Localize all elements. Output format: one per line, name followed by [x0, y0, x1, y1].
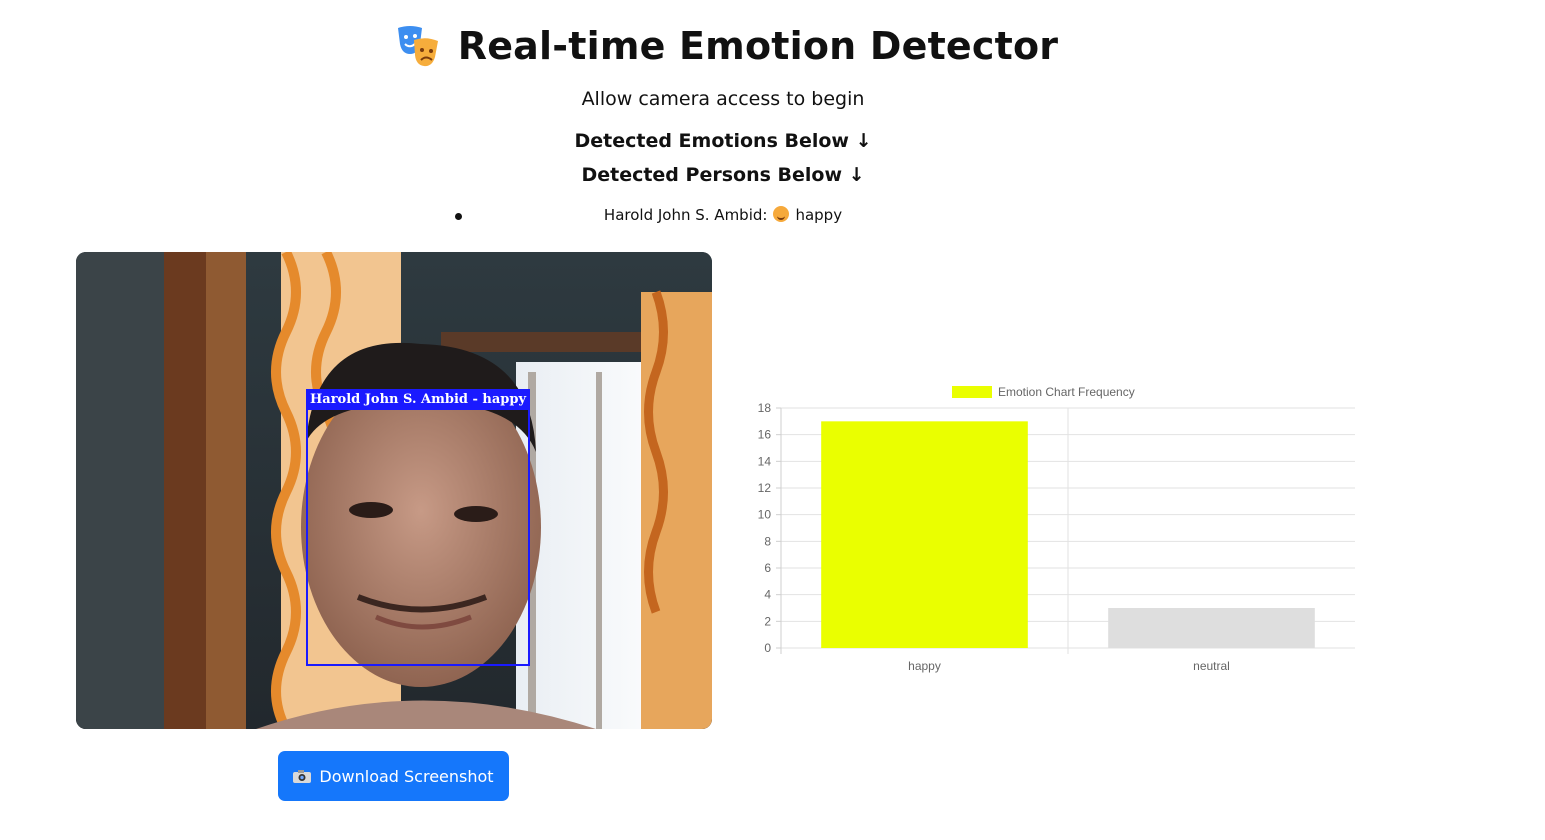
persons-heading: Detected Persons Below ↓ [581, 164, 865, 186]
y-tick-label: 2 [764, 614, 771, 628]
theater-masks-icon [397, 26, 438, 67]
y-tick-label: 16 [758, 428, 772, 442]
download-screenshot-button[interactable]: Download Screenshot [278, 751, 509, 801]
legend-swatch [952, 386, 992, 398]
y-tick-label: 8 [764, 534, 771, 548]
smiling-face-icon [773, 206, 790, 222]
bar-happy [821, 421, 1028, 648]
face-detection-box [306, 408, 530, 666]
x-tick-label: happy [908, 659, 941, 673]
video-feed: Harold John S. Ambid - happy [76, 252, 712, 729]
page-title: Real-time Emotion Detector [457, 24, 1059, 68]
face-detection-label: Harold John S. Ambid - happy [306, 389, 531, 410]
y-tick-label: 18 [758, 401, 772, 415]
camera-icon [293, 769, 312, 783]
y-tick-label: 6 [764, 561, 771, 575]
person-emotion: happy [795, 206, 843, 224]
title-row: Real-time Emotion Detector [0, 24, 1454, 68]
bar-neutral [1108, 608, 1315, 648]
person-list-item: Harold John S. Ambid: happy [0, 206, 1446, 224]
chart-svg: 0 2 4 6 8 10 12 14 16 18 happy neutral Emotion Chart… [758, 385, 1355, 673]
legend-label: Emotion Chart Frequency [998, 385, 1135, 399]
y-tick-label: 14 [758, 454, 772, 468]
y-tick-label: 0 [764, 641, 771, 655]
download-button-label: Download Screenshot [319, 766, 494, 786]
person-name: Harold John S. Ambid: [603, 206, 768, 224]
camera-prompt: Allow camera access to begin [581, 88, 865, 110]
emotions-heading: Detected Emotions Below ↓ [574, 130, 872, 152]
y-tick-label: 12 [758, 481, 772, 495]
x-tick-label: neutral [1193, 659, 1230, 673]
y-tick-label: 10 [758, 508, 772, 522]
emotion-chart: 0 2 4 6 8 10 12 14 16 18 happy neutral Emotion Chart… [740, 370, 1380, 690]
y-tick-label: 4 [764, 588, 771, 602]
